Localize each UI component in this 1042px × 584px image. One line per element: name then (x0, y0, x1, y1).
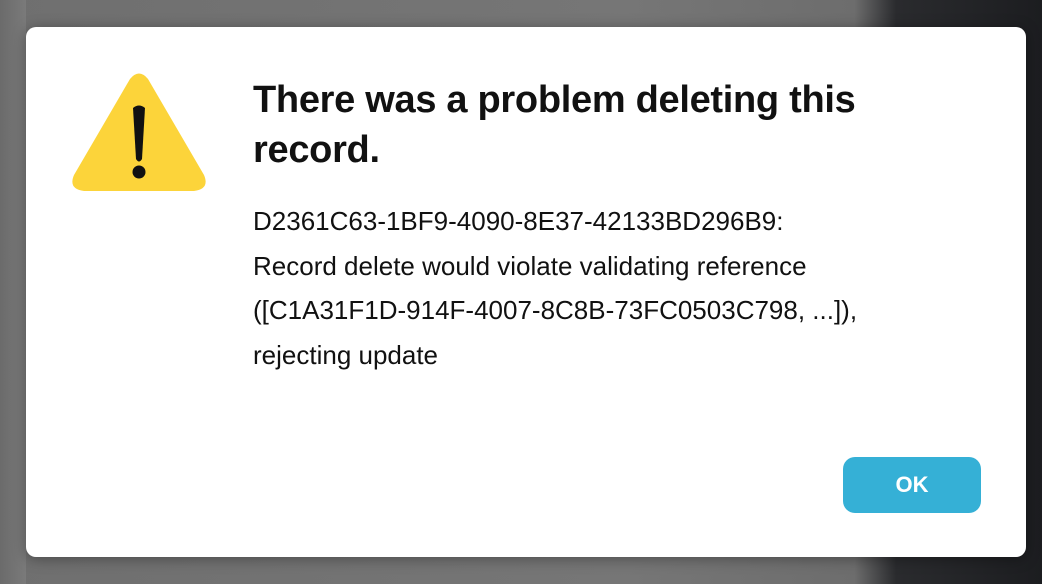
dialog-title: There was a problem deleting this record… (253, 79, 856, 171)
error-dialog: There was a problem deleting this record… (26, 27, 1026, 557)
ok-button[interactable]: OK (843, 457, 981, 513)
warning-triangle-icon (70, 71, 208, 199)
backdrop (0, 0, 26, 584)
message-line: ([C1A31F1D-914F-4007-8C8B-73FC0503C798, … (253, 295, 858, 325)
message-line: rejecting update (253, 339, 439, 370)
dialog-message: D2361C63-1BF9-4090-8E37-42133BD296B9: Re… (253, 199, 993, 377)
message-line: Record delete would violate validating r… (253, 250, 807, 281)
message-line: D2361C63-1BF9-4090-8E37-42133BD296B9: (253, 206, 784, 236)
